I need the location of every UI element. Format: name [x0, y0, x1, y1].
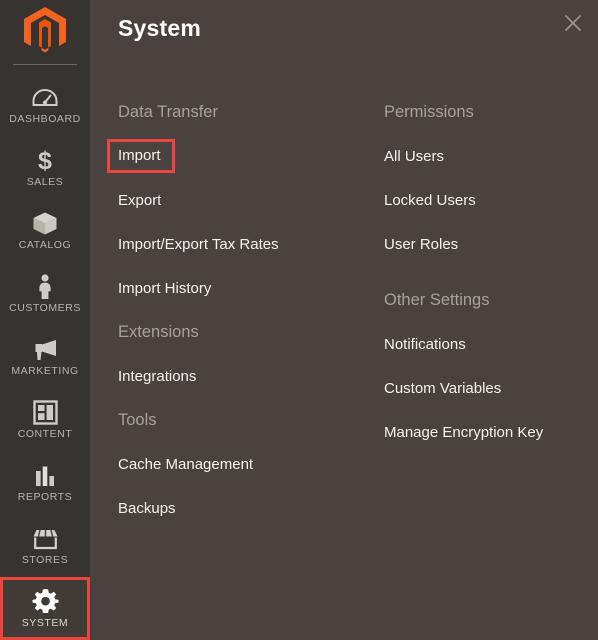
menu-columns: Data Transfer Import Export Import/Expor… [90, 56, 598, 530]
sidebar-item-label: CATALOG [18, 238, 72, 251]
sidebar-item-label: STORES [21, 553, 69, 566]
sidebar-item-stores[interactable]: STORES [0, 514, 90, 577]
menu-group-heading: Other Settings [384, 290, 490, 309]
sidebar-item-label: DASHBOARD [9, 112, 81, 125]
menu-link-import-history[interactable]: Import History [118, 266, 384, 310]
sidebar-item-system[interactable]: SYSTEM [0, 577, 90, 640]
menu-link-backups[interactable]: Backups [118, 486, 384, 530]
menu-group-tools: Tools Cache Management Backups [118, 398, 384, 530]
sidebar-item-label: SYSTEM [21, 616, 69, 629]
sidebar-item-dashboard[interactable]: DASHBOARD [0, 73, 90, 136]
sidebar-item-label: MARKETING [11, 364, 79, 377]
page-title: System [118, 14, 202, 41]
layout-grid-icon [32, 400, 58, 426]
column-spacer [384, 266, 584, 278]
dashboard-gauge-icon [32, 85, 58, 111]
menu-group-permissions: Permissions All Users Locked Users User … [384, 90, 584, 266]
menu-link-locked-users[interactable]: Locked Users [384, 178, 584, 222]
menu-link-label: Import/Export Tax Rates [118, 235, 279, 253]
menu-link-label: Cache Management [118, 455, 254, 473]
magento-logo-icon [24, 7, 66, 53]
sidebar-item-label: CONTENT [17, 427, 73, 440]
menu-link-label: Export [118, 191, 162, 209]
sidebar-item-label: REPORTS [17, 490, 73, 503]
primary-sidebar: DASHBOARD $ SALES CATALOG CUSTOMERS MARK… [0, 0, 90, 640]
menu-column-left: Data Transfer Import Export Import/Expor… [107, 90, 384, 530]
sidebar-item-customers[interactable]: CUSTOMERS [0, 262, 90, 325]
menu-link-notifications[interactable]: Notifications [384, 322, 584, 366]
menu-link-label: Import [107, 139, 175, 173]
menu-link-label: Backups [118, 499, 176, 517]
magento-logo[interactable] [0, 0, 90, 56]
menu-link-all-users[interactable]: All Users [384, 134, 584, 178]
sidebar-item-label: CUSTOMERS [9, 301, 81, 314]
menu-group-heading: Data Transfer [118, 102, 218, 121]
menu-group-heading: Permissions [384, 102, 474, 121]
menu-link-import[interactable]: Import [107, 134, 384, 178]
menu-link-manage-encryption-key[interactable]: Manage Encryption Key [384, 410, 584, 454]
menu-link-label: Locked Users [384, 191, 476, 209]
storefront-icon [32, 526, 59, 552]
sidebar-item-sales[interactable]: $ SALES [0, 136, 90, 199]
menu-link-import-export-tax-rates[interactable]: Import/Export Tax Rates [118, 222, 384, 266]
sidebar-item-marketing[interactable]: MARKETING [0, 325, 90, 388]
menu-link-label: Integrations [118, 367, 197, 385]
megaphone-icon [32, 337, 58, 363]
menu-link-user-roles[interactable]: User Roles [384, 222, 584, 266]
box-icon [32, 211, 58, 237]
menu-group-heading: Extensions [118, 322, 199, 341]
menu-group-heading: Tools [118, 410, 157, 429]
sidebar-item-reports[interactable]: REPORTS [0, 451, 90, 514]
menu-group-other-settings: Other Settings Notifications Custom Vari… [384, 278, 584, 454]
menu-link-label: Manage Encryption Key [384, 423, 544, 441]
sidebar-item-catalog[interactable]: CATALOG [0, 199, 90, 262]
menu-link-custom-variables[interactable]: Custom Variables [384, 366, 584, 410]
sidebar-item-label: SALES [26, 175, 64, 188]
system-menu-panel: System Data Transfer Import Export Impor… [90, 0, 598, 626]
sidebar-divider [13, 64, 77, 65]
menu-link-integrations[interactable]: Integrations [118, 354, 384, 398]
sidebar-nav: DASHBOARD $ SALES CATALOG CUSTOMERS MARK… [0, 73, 90, 640]
menu-group-data-transfer: Data Transfer Import Export Import/Expor… [107, 90, 384, 310]
menu-link-label: Notifications [384, 335, 466, 353]
dollar-sign-icon: $ [36, 148, 54, 174]
bar-chart-icon [33, 463, 57, 489]
menu-link-label: All Users [384, 147, 445, 165]
svg-text:$: $ [38, 148, 52, 174]
menu-link-label: Custom Variables [384, 379, 502, 397]
menu-link-cache-management[interactable]: Cache Management [118, 442, 384, 486]
gear-icon [32, 589, 59, 615]
admin-menu-overlay: DASHBOARD $ SALES CATALOG CUSTOMERS MARK… [0, 0, 598, 640]
menu-group-extensions: Extensions Integrations [118, 310, 384, 398]
panel-header: System [90, 0, 598, 56]
sidebar-item-content[interactable]: CONTENT [0, 388, 90, 451]
menu-link-label: Import History [118, 279, 212, 297]
menu-column-right: Permissions All Users Locked Users User … [384, 90, 584, 530]
close-icon[interactable] [559, 9, 587, 37]
person-icon [36, 274, 54, 300]
menu-link-export[interactable]: Export [118, 178, 384, 222]
menu-link-label: User Roles [384, 235, 459, 253]
